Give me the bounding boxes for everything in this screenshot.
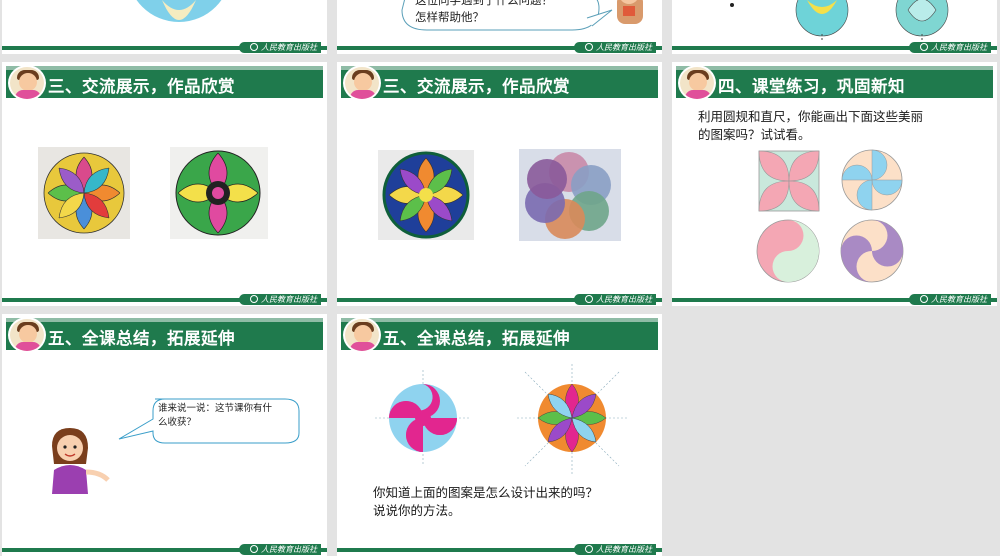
bubble-question: 谁来说一说：这节课你有什 么收获？ [158,403,273,428]
teacher-avatar-icon [343,65,381,101]
slide-footer: 人民教育出版社 [2,543,327,556]
slide-footer: 人民教育出版社 [337,543,662,556]
slide-title: 五、全课总结，拓展延伸 [48,329,235,348]
slide-title: 三、交流展示，作品欣赏 [48,77,235,96]
teacher-avatar-icon [343,317,381,353]
artwork-photo-3 [378,150,474,240]
question-text: 这位同学遇到了什么问题？ 怎样帮助他？ [415,0,553,24]
artwork-photo-1 [38,147,130,239]
pattern-square-petals [758,150,820,212]
pattern-pinwheel [841,149,903,211]
slide-4[interactable]: 三、交流展示，作品欣赏 人民教育出版社 [2,62,327,306]
slide-8[interactable]: 五、全课总结，拓展延伸 你知道上面的图案是怎么设计出来的吗？ 说说你的方法。 人… [337,314,662,556]
slide-header: 五、全课总结，拓展延伸 [337,314,662,353]
slide-6[interactable]: 四、课堂练习，巩固新知 利用圆规和直尺，你能画出下面这些美丽 的图案吗？试试看。 [672,62,997,306]
slide-footer: 人民教育出版社 [2,293,327,306]
slide-2[interactable]: 这位同学遇到了什么问题？ 怎样帮助他？ 人民教育出版社 [337,0,662,54]
slide-footer: 人民教育出版社 [2,41,327,54]
pattern-swirl-purple [840,219,904,283]
teacher-avatar-icon [8,317,46,353]
slide-header: 五、全课总结，拓展延伸 [2,314,327,353]
exercise-text: 利用圆规和直尺，你能画出下面这些美丽 的图案吗？试试看。 [698,109,924,142]
pattern-colorful-flower [517,364,627,474]
slide-1[interactable]: 人民教育出版社 [2,0,327,54]
slide-header: 三、交流展示，作品欣赏 [337,62,662,101]
slide-title: 三、交流展示，作品欣赏 [383,77,570,96]
slide-3[interactable]: 人民教育出版社 [672,0,997,54]
teacher-avatar-icon [678,65,716,101]
slide-footer: 人民教育出版社 [672,41,997,54]
artwork-photo-2 [170,147,268,239]
slide-title: 五、全课总结，拓展延伸 [383,329,570,348]
teacher-avatar-icon [8,65,46,101]
teacher-character [52,428,110,494]
publisher-seal-icon [250,43,258,51]
pattern-magenta-swirl [375,370,471,466]
slide-footer: 人民教育出版社 [672,293,997,306]
slide-header: 三、交流展示，作品欣赏 [2,62,327,101]
slide-footer: 人民教育出版社 [337,293,662,306]
slide-header: 四、课堂练习，巩固新知 [672,62,997,101]
artwork-photo-4 [519,149,621,241]
slide-7[interactable]: 五、全课总结，拓展延伸 谁来说一说：这节课你有什 么收获？ 人民教育出版社 [2,314,327,556]
slide-5[interactable]: 三、交流展示，作品欣赏 人民教育出版社 [337,62,662,306]
slide-footer: 人民教育出版社 [337,41,662,54]
summary-question-text: 你知道上面的图案是怎么设计出来的吗？ 说说你的方法。 [373,485,599,518]
slide-title: 四、课堂练习，巩固新知 [718,77,905,96]
pattern-yinyang-pink [756,219,820,283]
